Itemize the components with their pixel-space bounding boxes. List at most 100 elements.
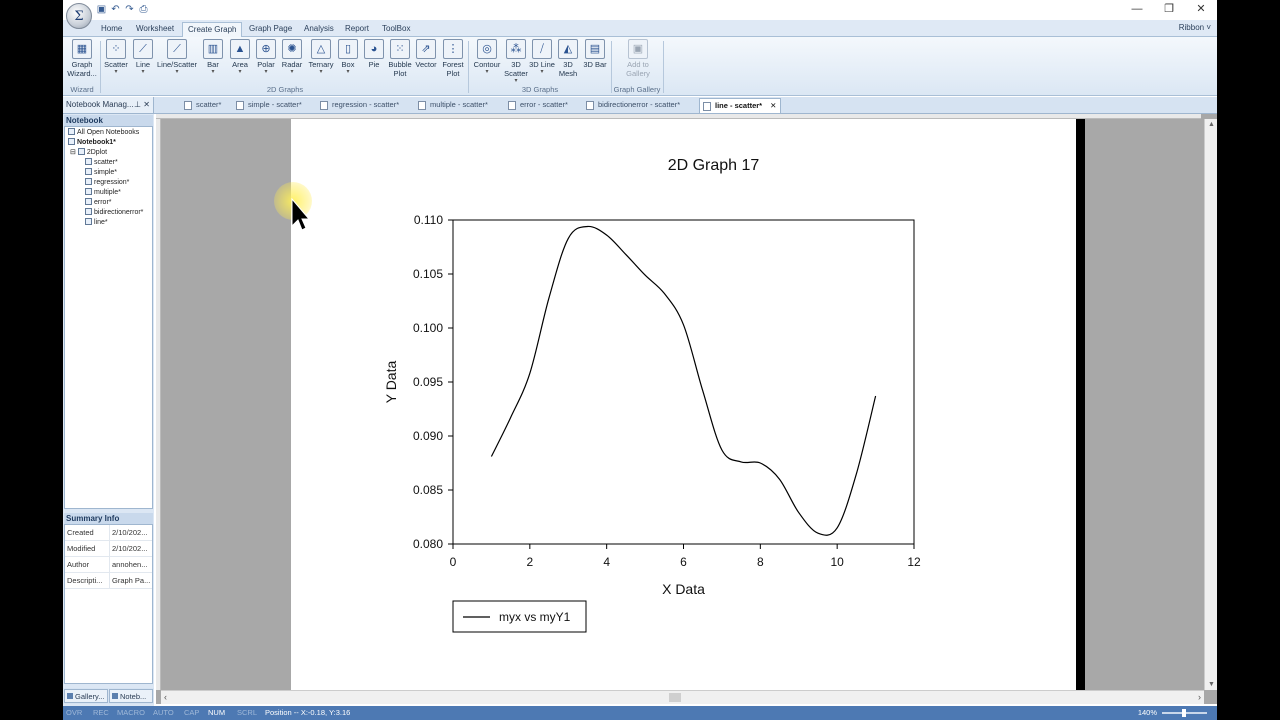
line-button[interactable]: ⟋ Line ▾ (130, 39, 156, 75)
tree-item-graph[interactable]: regression* (85, 178, 129, 188)
line-scatter-button[interactable]: ⟋ Line/Scatter ▾ (157, 39, 197, 75)
expand-icon[interactable]: ⊟ (70, 149, 78, 156)
graph-page-icon (508, 101, 516, 110)
tree-item-all-open-notebooks[interactable]: All Open Notebooks (68, 128, 139, 138)
title-bar: Σ ▣ ↶ ↷ ⎙ — ❐ ✕ (63, 0, 1217, 29)
tree-item-notebook[interactable]: Notebook1* (68, 138, 116, 148)
vertical-scrollbar[interactable]: ▲ ▼ (1204, 119, 1217, 690)
graph-page-icon (184, 101, 192, 110)
box-plot-icon: ▯ (338, 39, 358, 59)
page-margin-edge (1076, 119, 1085, 690)
zoom-slider-thumb[interactable] (1182, 709, 1186, 717)
status-rec: REC (93, 708, 109, 717)
forest-plot-button[interactable]: ⋮ Forest Plot (440, 39, 466, 78)
y-tick-label: 0.095 (413, 375, 443, 389)
scroll-left-icon[interactable]: ‹ (164, 692, 167, 702)
tab-analysis[interactable]: Analysis (299, 22, 339, 37)
radar-button[interactable]: ✺ Radar ▾ (279, 39, 305, 75)
scroll-up-icon[interactable]: ▲ (1208, 121, 1215, 128)
3d-bar-button[interactable]: ▤ 3D Bar (582, 39, 608, 69)
tab-gallery[interactable]: Gallery... (64, 689, 108, 703)
ribbon-options[interactable]: Ribbon ˅ (1179, 23, 1211, 32)
summary-row[interactable]: Modified 2/10/202... (65, 541, 152, 557)
doc-tab-regression-scatter[interactable]: regression - scatter* (317, 98, 403, 113)
pin-icon[interactable]: ⊥ (134, 97, 141, 112)
y-tick-label: 0.105 (413, 267, 443, 281)
vector-button[interactable]: ⇗ Vector (413, 39, 439, 69)
3d-line-button[interactable]: ⧸ 3D Line ▾ (529, 39, 555, 75)
doc-tab-multiple-scatter[interactable]: multiple - scatter* (415, 98, 492, 113)
chevron-down-icon: ▾ (264, 69, 268, 75)
tab-create-graph[interactable]: Create Graph (182, 22, 243, 37)
scrollbar-thumb[interactable] (669, 693, 681, 702)
y-axis-label: Y Data (383, 361, 399, 404)
tree-item-section[interactable]: ⊟ 2Dplot (70, 148, 107, 158)
print-icon[interactable]: ⎙ (138, 4, 149, 15)
notebook-manager-pane: Notebook All Open Notebooks Notebook1* ⊟… (63, 114, 154, 706)
redo-icon[interactable]: ↷ (124, 4, 135, 15)
chevron-down-icon: ▾ (211, 69, 215, 75)
graph-page-icon (320, 101, 328, 110)
application-menu-button[interactable]: Σ (66, 3, 92, 29)
bar-button[interactable]: ▥ Bar ▾ (200, 39, 226, 75)
tab-graph-page[interactable]: Graph Page (244, 22, 297, 37)
3d-bar-icon: ▤ (585, 39, 605, 59)
polar-icon: ⊕ (256, 39, 276, 59)
mouse-pointer-icon (291, 198, 309, 231)
doc-tab-bidirectionerror-scatter[interactable]: bidirectionerror - scatter* (583, 98, 684, 113)
ribbon: ▦ Graph Wizard... Wizard ⁘ Scatter ▾ ⟋ Line ▾… (63, 37, 1217, 96)
graph-wizard-button[interactable]: ▦ Graph Wizard... (67, 39, 97, 78)
box-button[interactable]: ▯ Box ▾ (335, 39, 361, 75)
tree-item-graph[interactable]: scatter* (85, 158, 118, 168)
undo-icon[interactable]: ↶ (110, 4, 121, 15)
chevron-down-icon: ▾ (290, 69, 294, 75)
tab-home[interactable]: Home (96, 22, 127, 37)
tree-item-graph[interactable]: simple* (85, 168, 117, 178)
y-tick-label: 0.080 (413, 537, 443, 551)
doc-tab-line-scatter[interactable]: line - scatter* ✕ (699, 98, 782, 113)
tree-item-graph[interactable]: bidirectionerror* (85, 208, 143, 218)
scroll-down-icon[interactable]: ▼ (1208, 681, 1215, 688)
3d-scatter-button[interactable]: ⁂ 3D Scatter ▾ (502, 39, 530, 84)
pie-button[interactable]: ◕ Pie (361, 39, 387, 69)
close-button[interactable]: ✕ (1185, 0, 1217, 20)
contour-button[interactable]: ◎ Contour ▾ (472, 39, 502, 75)
doc-tab-error-scatter[interactable]: error - scatter* (505, 98, 572, 113)
area-button[interactable]: ▲ Area ▾ (227, 39, 253, 75)
minimize-button[interactable]: — (1121, 0, 1153, 20)
summary-row[interactable]: Descripti... Graph Pa... (65, 573, 152, 589)
close-icon[interactable]: ✕ (143, 97, 150, 112)
y-tick-label: 0.100 (413, 321, 443, 335)
horizontal-scrollbar[interactable]: ‹ › (161, 690, 1204, 704)
save-icon[interactable]: ▣ (96, 4, 107, 15)
bubble-plot-button[interactable]: ⁙ Bubble Plot (387, 39, 413, 78)
close-icon[interactable]: ✕ (770, 101, 776, 110)
tab-report[interactable]: Report (340, 22, 374, 37)
summary-row[interactable]: Created 2/10/202... (65, 525, 152, 541)
pie-chart-icon: ◕ (364, 39, 384, 59)
line-icon: ⟋ (133, 39, 153, 59)
tab-notebook[interactable]: Noteb... (109, 689, 153, 703)
doc-tab-scatter[interactable]: scatter* (181, 98, 225, 113)
line-scatter-icon: ⟋ (167, 39, 187, 59)
3d-mesh-button[interactable]: ◭ 3D Mesh (555, 39, 581, 78)
scatter-button[interactable]: ⁘ Scatter ▾ (103, 39, 129, 75)
doc-tab-simple-scatter[interactable]: simple - scatter* (233, 98, 306, 113)
scroll-right-icon[interactable]: › (1198, 692, 1201, 702)
tree-item-graph[interactable]: line* (85, 218, 108, 228)
restore-button[interactable]: ❐ (1153, 0, 1185, 20)
graph-page[interactable]: 2D Graph 17 0 2 4 6 8 10 12 0.080 0.085 0.090 0.095… (291, 119, 1076, 690)
add-to-gallery-button[interactable]: ▣ Add to Gallery (623, 39, 653, 78)
polar-button[interactable]: ⊕ Polar ▾ (253, 39, 279, 75)
tree-item-graph[interactable]: multiple* (85, 188, 121, 198)
summary-row[interactable]: Author annohen... (65, 557, 152, 573)
zoom-slider[interactable] (1162, 709, 1207, 717)
chevron-down-icon: ▾ (540, 69, 544, 75)
tree-item-graph[interactable]: error* (85, 198, 112, 208)
tab-toolbox[interactable]: ToolBox (377, 22, 415, 37)
ternary-button[interactable]: △ Ternary ▾ (306, 39, 336, 75)
graph-chart[interactable]: 2D Graph 17 0 2 4 6 8 10 12 0.080 0.085 0.090 0.095… (291, 119, 1076, 690)
chevron-down-icon: ▾ (141, 69, 145, 75)
notebook-manager-title: Notebook Manag... ⊥ ✕ (63, 97, 154, 113)
tab-worksheet[interactable]: Worksheet (131, 22, 179, 37)
